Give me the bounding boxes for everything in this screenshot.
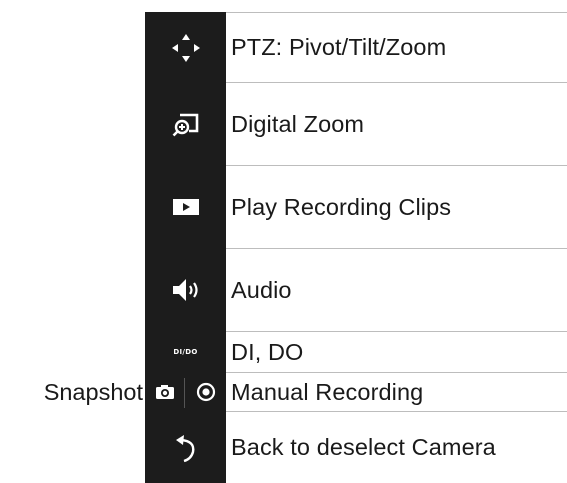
di-do-icon: DI/DO bbox=[173, 348, 198, 356]
menu-item-label: Audio bbox=[231, 276, 292, 303]
menu-item-manual-recording[interactable]: Manual Recording bbox=[145, 373, 567, 411]
digital-zoom-icon bbox=[169, 107, 203, 141]
menu-item-back[interactable]: Back to deselect Camera bbox=[145, 412, 567, 483]
play-icon bbox=[171, 197, 201, 217]
ptz-button[interactable] bbox=[145, 13, 226, 82]
menu-item-label: Digital Zoom bbox=[231, 110, 365, 137]
move-arrows-icon bbox=[169, 31, 203, 65]
menu-item-digital-zoom[interactable]: Digital Zoom bbox=[145, 83, 567, 165]
back-button[interactable] bbox=[145, 412, 226, 483]
menu-item-audio[interactable]: Audio bbox=[145, 249, 567, 331]
menu-item-label: Play Recording Clips bbox=[231, 193, 452, 220]
menu-item-label: DI, DO bbox=[231, 338, 304, 365]
menu-item-ptz[interactable]: PTZ: Pivot/Tilt/Zoom bbox=[145, 13, 567, 82]
record-icon bbox=[196, 382, 216, 402]
manual-recording-button[interactable] bbox=[185, 373, 226, 411]
menu-item-label: Manual Recording bbox=[231, 378, 424, 405]
menu-item-play-recording[interactable]: Play Recording Clips bbox=[145, 166, 567, 248]
menu-item-di-do[interactable]: DI/DO DI, DO bbox=[145, 332, 567, 372]
audio-button[interactable] bbox=[145, 249, 226, 331]
menu-item-label: PTZ: Pivot/Tilt/Zoom bbox=[231, 34, 447, 60]
menu-item-label: Back to deselect Camera bbox=[231, 434, 496, 460]
di-do-button[interactable]: DI/DO bbox=[145, 332, 226, 372]
snapshot-label: Snapshot bbox=[43, 378, 143, 405]
speaker-icon bbox=[169, 275, 203, 305]
digital-zoom-button[interactable] bbox=[145, 83, 226, 165]
back-arrow-icon bbox=[171, 431, 201, 465]
play-button[interactable] bbox=[145, 166, 226, 248]
